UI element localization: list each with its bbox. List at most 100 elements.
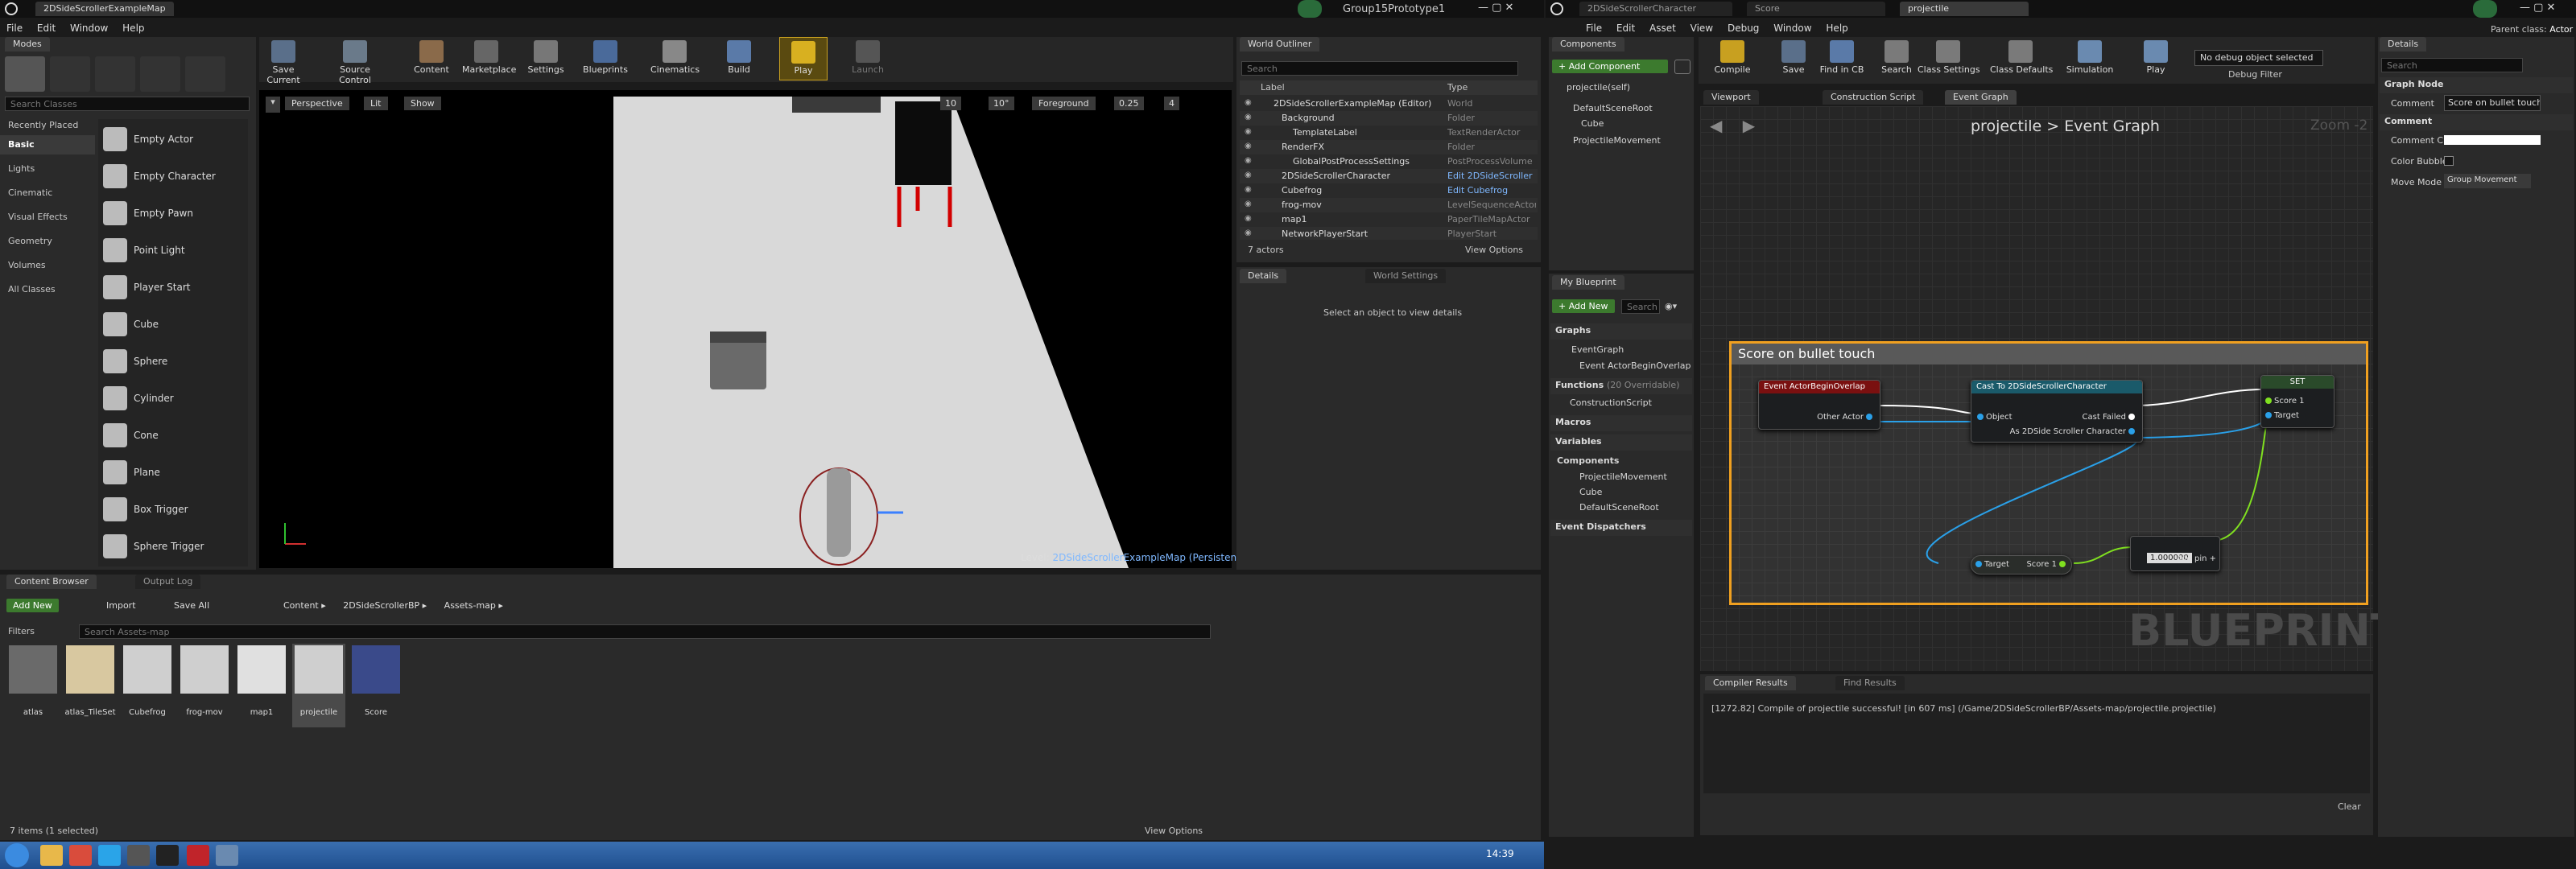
output-log-tab[interactable]: Output Log — [135, 575, 201, 589]
outliner-col-label[interactable]: Label — [1261, 82, 1285, 93]
event-other-actor-pin[interactable]: Other Actor — [1817, 413, 1875, 422]
category-basic[interactable]: Basic — [0, 135, 95, 154]
visibility-eye-icon[interactable]: ◉ — [1245, 142, 1252, 150]
visibility-eye-icon[interactable]: ◉ — [1245, 98, 1252, 107]
blueprint-tab[interactable]: Score — [1747, 2, 1885, 16]
outliner-row[interactable]: ◉ Cubefrog Edit Cubefrog — [1240, 183, 1538, 198]
outliner-row[interactable]: ◉ frog-mov LevelSequenceActor — [1240, 198, 1538, 212]
construction-script-tab[interactable]: Construction Script — [1823, 90, 1924, 105]
filters-button[interactable]: Filters — [8, 626, 35, 636]
mybp-dispatchers-header[interactable]: Event Dispatchers — [1550, 520, 1692, 536]
mybp-var-projectile-movement[interactable]: ProjectileMovement — [1579, 472, 1667, 482]
comment-section[interactable]: Comment — [2380, 114, 2573, 130]
bp-menu-window[interactable]: Window — [1773, 23, 1811, 34]
geometry-mode-icon[interactable] — [185, 56, 225, 92]
compiler-results-tab[interactable]: Compiler Results — [1705, 676, 1796, 690]
category-all-classes[interactable]: All Classes — [0, 280, 95, 299]
asset-tile[interactable]: map1 — [235, 644, 288, 727]
outliner-search-input[interactable]: Search — [1241, 61, 1518, 76]
taskbar-explorer-icon[interactable] — [40, 845, 63, 866]
simulation-button[interactable]: Simulation — [2059, 37, 2120, 80]
left-details-tab[interactable]: Details — [1240, 269, 1287, 283]
asset-tile[interactable]: projectile — [292, 644, 345, 727]
camera-count[interactable]: 4 — [1164, 97, 1179, 110]
import-button[interactable]: Import — [106, 600, 136, 611]
lit-button[interactable]: Lit — [364, 97, 388, 110]
category-recently-placed[interactable]: Recently Placed — [0, 116, 95, 135]
component-cube[interactable]: Cube — [1581, 118, 1604, 129]
category-geometry[interactable]: Geometry — [0, 232, 95, 251]
taskbar-pdf-icon[interactable] — [187, 845, 209, 866]
outliner-view-options[interactable]: View Options — [1465, 245, 1523, 255]
mybp-view-icon[interactable]: ◉▾ — [1665, 301, 1689, 312]
viewport-menu-icon[interactable]: ▾ — [266, 97, 280, 113]
window-controls[interactable]: — ▢ ✕ — [1478, 2, 1513, 14]
get-score-pin[interactable]: Score 1 — [2026, 560, 2068, 569]
bp-menu-debug[interactable]: Debug — [1728, 23, 1759, 34]
mybp-add-new-button[interactable]: + Add New — [1552, 299, 1615, 313]
show-button[interactable]: Show — [404, 97, 441, 110]
placeable-sphere[interactable]: Sphere — [98, 343, 248, 380]
compile-button[interactable]: Compile — [1702, 37, 1763, 80]
world-outliner-tab[interactable]: World Outliner — [1240, 37, 1320, 51]
mybp-graphs-header[interactable]: Graphs — [1550, 323, 1692, 340]
grid-snap-value[interactable]: 10 — [940, 97, 961, 110]
bp-menu-edit[interactable]: Edit — [1616, 23, 1635, 34]
mybp-event-graph[interactable]: EventGraph — [1571, 344, 1624, 355]
placeable-point-light[interactable]: Point Light — [98, 232, 248, 269]
menu-window[interactable]: Window — [70, 23, 108, 34]
menu-help[interactable]: Help — [122, 23, 144, 34]
play-button[interactable]: Play — [2125, 37, 2186, 80]
landscape-mode-icon[interactable] — [95, 56, 135, 92]
taskbar-app-icon[interactable] — [127, 845, 150, 866]
launch-button[interactable]: Launch — [844, 37, 892, 80]
content-view-options[interactable]: View Options — [1145, 826, 1203, 836]
add-pin-button[interactable]: Add pin + — [2176, 554, 2216, 563]
modes-tab[interactable]: Modes — [5, 37, 50, 51]
outliner-row[interactable]: ◉ NetworkPlayerStart PlayerStart — [1240, 227, 1538, 240]
placeable-box-trigger[interactable]: Box Trigger — [98, 491, 248, 528]
asset-tile[interactable]: frog-mov — [178, 644, 231, 727]
search-classes-input[interactable]: Search Classes — [5, 97, 250, 111]
blueprint-tab[interactable]: 2DSideScrollerCharacter — [1579, 2, 1732, 16]
outliner-col-type[interactable]: Type — [1447, 82, 1468, 93]
placeable-plane[interactable]: Plane — [98, 454, 248, 491]
visibility-eye-icon[interactable]: ◉ — [1245, 171, 1252, 179]
mybp-search-input[interactable]: Search — [1621, 299, 1660, 314]
outliner-row[interactable]: ◉ 2DSideScrollerExampleMap (Editor) World — [1240, 97, 1538, 111]
mybp-variables-header[interactable]: Variables — [1550, 434, 1692, 451]
visibility-eye-icon[interactable]: ◉ — [1245, 185, 1252, 194]
perspective-button[interactable]: Perspective — [285, 97, 349, 110]
build-button[interactable]: Build — [715, 37, 763, 80]
save-current-button[interactable]: Save Current — [259, 37, 308, 85]
asset-search-input[interactable]: Search Assets-map — [79, 624, 1211, 639]
class-defaults-button[interactable]: Class Defaults — [1990, 37, 2053, 80]
components-search-icon[interactable] — [1674, 60, 1690, 74]
placeable-cube[interactable]: Cube — [98, 306, 248, 343]
marketplace-button[interactable]: Marketplace — [462, 37, 516, 80]
component-projectile-movement[interactable]: ProjectileMovement — [1573, 135, 1661, 146]
mybp-macros-header[interactable]: Macros — [1550, 415, 1692, 431]
menu-file[interactable]: File — [6, 23, 23, 34]
viewport-tab[interactable]: Viewport — [1703, 90, 1759, 105]
add-component-button[interactable]: + Add Component — [1552, 60, 1668, 73]
placeable-empty-actor[interactable]: Empty Actor — [98, 121, 248, 158]
placeable-player-start[interactable]: Player Start — [98, 269, 248, 306]
get-target-pin[interactable]: Target — [1973, 560, 2009, 569]
visibility-eye-icon[interactable]: ◉ — [1245, 156, 1252, 165]
move-mode-select[interactable]: Group Movement — [2444, 174, 2531, 188]
camera-speed-value[interactable]: 0.25 — [1114, 97, 1144, 110]
save-all-button[interactable]: Save All — [174, 600, 209, 611]
mybp-var-default-scene-root[interactable]: DefaultSceneRoot — [1579, 502, 1659, 513]
layer-select[interactable]: Foreground — [1032, 97, 1096, 110]
taskbar-photos-icon[interactable] — [216, 845, 238, 866]
taskbar-clock[interactable]: 14:39 — [1486, 848, 1514, 859]
foliage-mode-icon[interactable] — [140, 56, 180, 92]
bp-details-tab[interactable]: Details — [2380, 37, 2427, 51]
color-bubble-checkbox[interactable] — [2444, 156, 2454, 166]
transform-tools[interactable] — [792, 97, 881, 113]
my-blueprint-tab[interactable]: My Blueprint — [1552, 275, 1624, 290]
visibility-eye-icon[interactable]: ◉ — [1245, 113, 1252, 121]
angle-snap-value[interactable]: 10° — [989, 97, 1014, 110]
outliner-row[interactable]: ◉ RenderFX Folder — [1240, 140, 1538, 154]
